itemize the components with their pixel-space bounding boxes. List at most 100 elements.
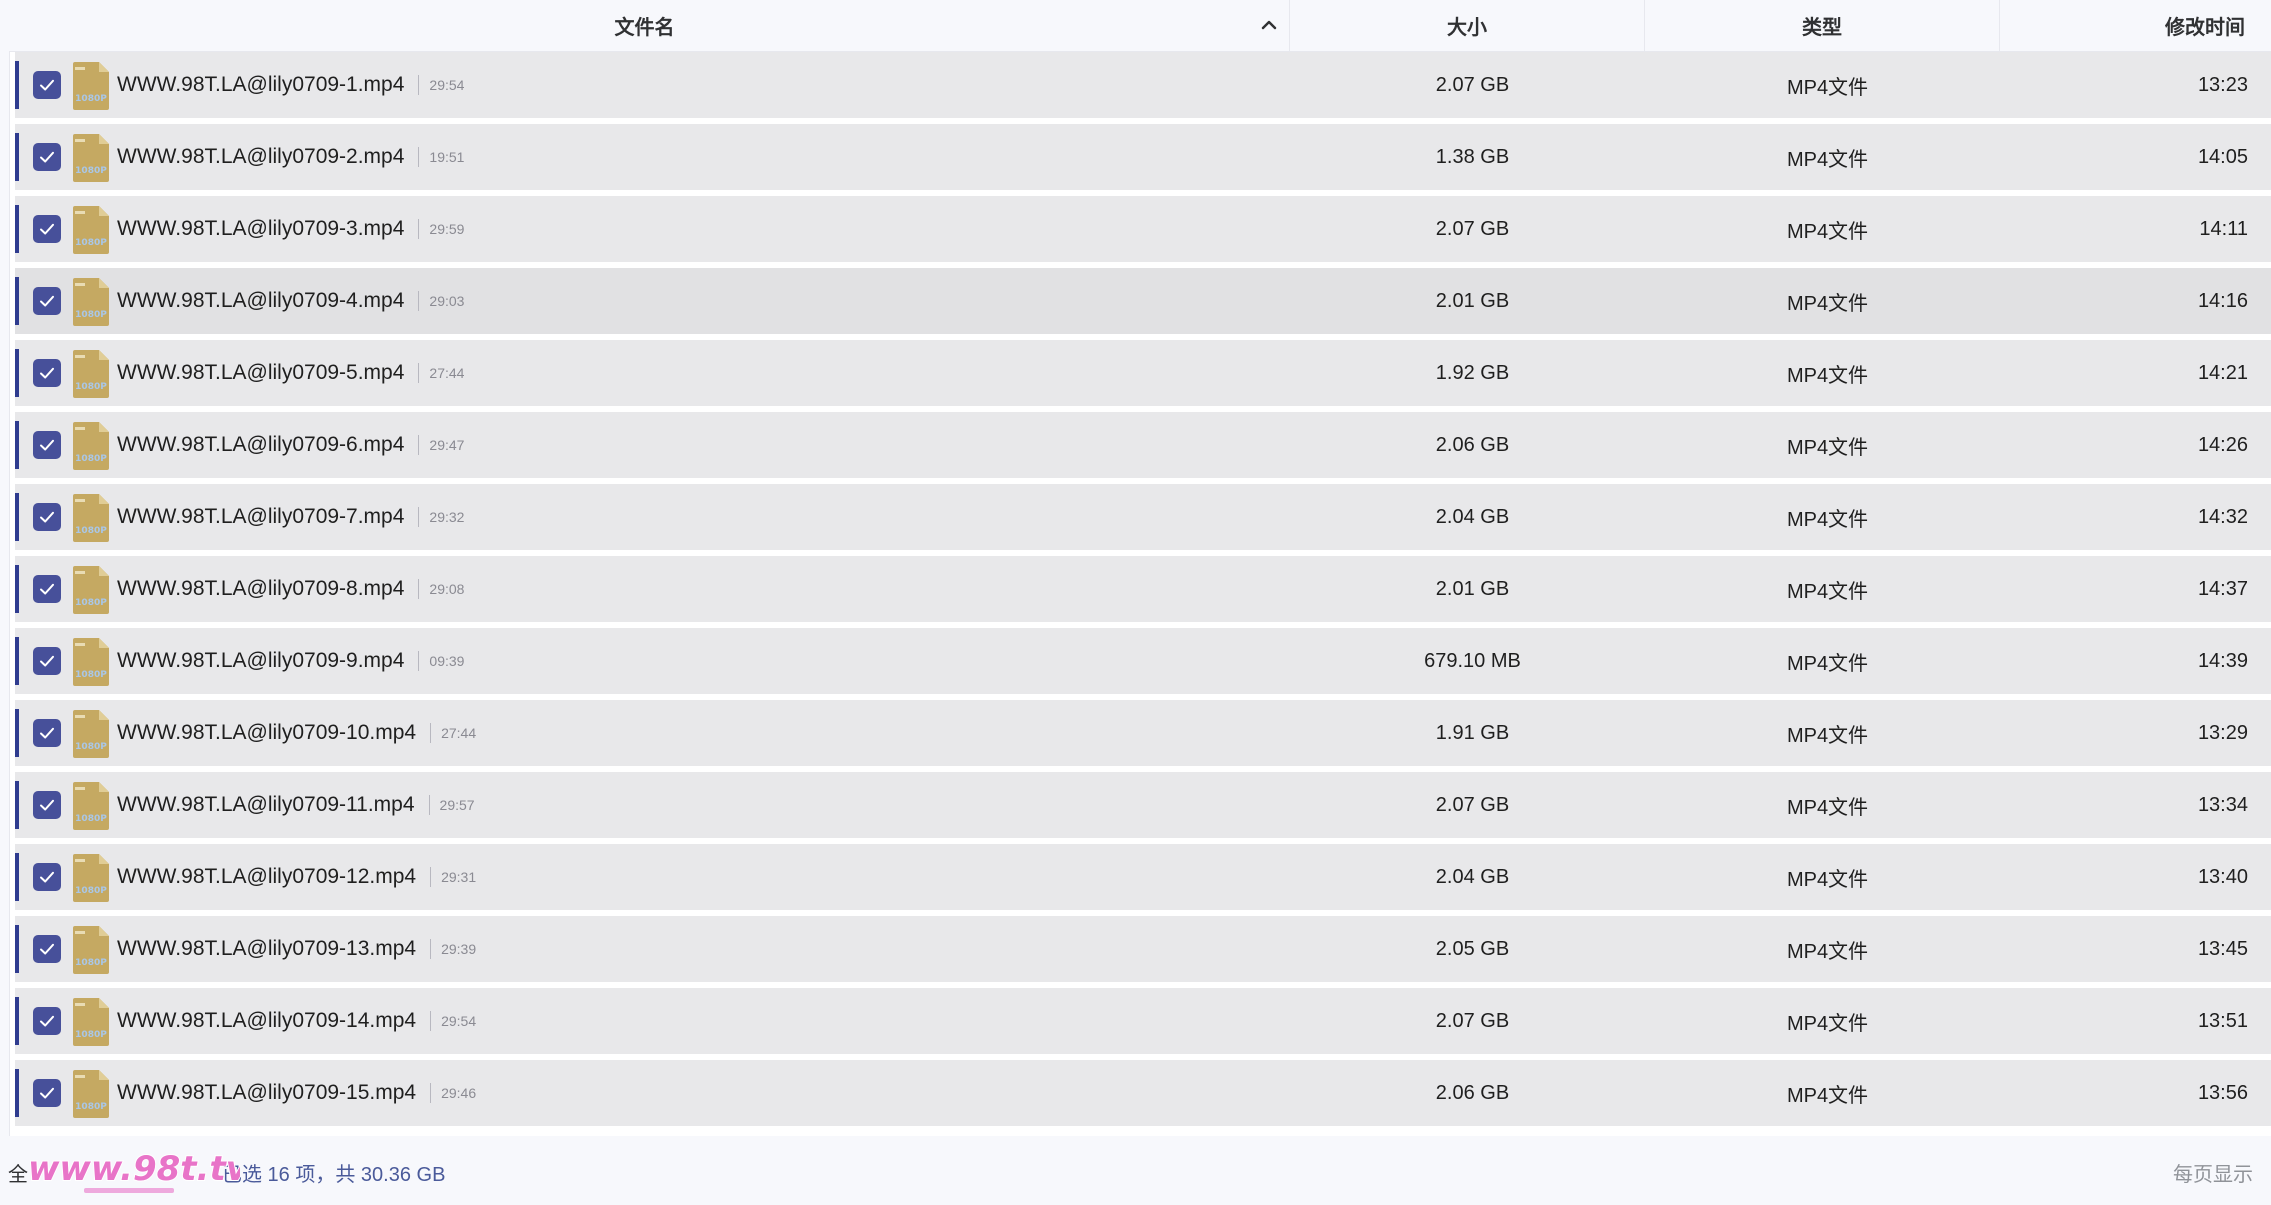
row-checkbox[interactable] bbox=[33, 287, 61, 315]
table-row[interactable]: 1080P WWW.98T.LA@lily0709-1.mp4 29:54 2.07 … bbox=[15, 52, 2271, 118]
video-file-icon: 1080P bbox=[73, 638, 109, 686]
file-name-cell[interactable]: WWW.98T.LA@lily0709-1.mp4 29:54 bbox=[117, 52, 464, 118]
row-checkbox[interactable] bbox=[33, 575, 61, 603]
selection-indicator bbox=[15, 421, 19, 469]
file-name-cell[interactable]: WWW.98T.LA@lily0709-8.mp4 29:08 bbox=[117, 556, 464, 622]
file-size: 2.07 GB bbox=[1435, 1009, 1510, 1032]
column-header-type[interactable]: 类型 bbox=[1644, 0, 1999, 51]
row-checkbox[interactable] bbox=[33, 359, 61, 387]
file-size: 2.05 GB bbox=[1435, 937, 1510, 960]
file-badge: 1080P bbox=[75, 1030, 107, 1040]
video-duration: 29:54 bbox=[430, 1011, 476, 1031]
table-row[interactable]: 1080P WWW.98T.LA@lily0709-7.mp4 29:32 2.04 … bbox=[15, 484, 2271, 550]
row-checkbox[interactable] bbox=[33, 431, 61, 459]
file-name-cell[interactable]: WWW.98T.LA@lily0709-9.mp4 09:39 bbox=[117, 628, 464, 694]
table-row[interactable]: 1080P WWW.98T.LA@lily0709-14.mp4 29:54 2.07… bbox=[15, 988, 2271, 1054]
chevron-up-icon[interactable] bbox=[1259, 15, 1279, 35]
video-file-icon: 1080P bbox=[73, 206, 109, 254]
file-size: 1.38 GB bbox=[1435, 145, 1510, 168]
row-checkbox[interactable] bbox=[33, 647, 61, 675]
row-checkbox[interactable] bbox=[33, 215, 61, 243]
video-file-icon: 1080P bbox=[73, 134, 109, 182]
column-header-modified-time-label: 修改时间 bbox=[2165, 17, 2245, 39]
file-name: WWW.98T.LA@lily0709-4.mp4 bbox=[117, 289, 405, 312]
check-icon bbox=[40, 511, 54, 523]
file-badge: 1080P bbox=[75, 526, 107, 536]
table-row[interactable]: 1080P WWW.98T.LA@lily0709-13.mp4 29:39 2.05… bbox=[15, 916, 2271, 982]
file-name-cell[interactable]: WWW.98T.LA@lily0709-7.mp4 29:32 bbox=[117, 484, 464, 550]
check-icon bbox=[40, 943, 54, 955]
video-duration: 29:03 bbox=[418, 291, 464, 311]
video-duration: 29:59 bbox=[418, 219, 464, 239]
file-badge: 1080P bbox=[75, 958, 107, 968]
table-row[interactable]: 1080P WWW.98T.LA@lily0709-2.mp4 19:51 1.38 … bbox=[15, 124, 2271, 190]
file-size: 2.01 GB bbox=[1435, 289, 1510, 312]
table-header: 文件名 大小 类型 修改时间 bbox=[0, 0, 2271, 51]
video-file-icon: 1080P bbox=[73, 782, 109, 830]
file-type: MP4文件 bbox=[1786, 652, 1869, 675]
selection-indicator bbox=[15, 565, 19, 613]
file-type: MP4文件 bbox=[1786, 364, 1869, 387]
file-badge: 1080P bbox=[75, 814, 107, 824]
file-name: WWW.98T.LA@lily0709-15.mp4 bbox=[117, 1081, 417, 1104]
table-row[interactable]: 1080P WWW.98T.LA@lily0709-5.mp4 27:44 1.92 … bbox=[15, 340, 2271, 406]
column-header-name[interactable]: 文件名 bbox=[0, 0, 1289, 51]
video-duration: 29:08 bbox=[418, 579, 464, 599]
table-row[interactable]: 1080P WWW.98T.LA@lily0709-8.mp4 29:08 2.01 … bbox=[15, 556, 2271, 622]
file-badge: 1080P bbox=[75, 670, 107, 680]
table-row[interactable]: 1080P WWW.98T.LA@lily0709-6.mp4 29:47 2.06 … bbox=[15, 412, 2271, 478]
row-checkbox[interactable] bbox=[33, 71, 61, 99]
file-name-cell[interactable]: WWW.98T.LA@lily0709-6.mp4 29:47 bbox=[117, 412, 464, 478]
per-page-label[interactable]: 每页显示 bbox=[2173, 1158, 2253, 1187]
file-type: MP4文件 bbox=[1786, 1012, 1869, 1035]
file-name-cell[interactable]: WWW.98T.LA@lily0709-5.mp4 27:44 bbox=[117, 340, 464, 406]
modified-time: 14:21 bbox=[2197, 361, 2248, 384]
row-checkbox[interactable] bbox=[33, 1079, 61, 1107]
file-name-cell[interactable]: WWW.98T.LA@lily0709-13.mp4 29:39 bbox=[117, 916, 476, 982]
file-size: 2.06 GB bbox=[1435, 433, 1510, 456]
file-name-cell[interactable]: WWW.98T.LA@lily0709-4.mp4 29:03 bbox=[117, 268, 464, 334]
row-checkbox[interactable] bbox=[33, 143, 61, 171]
selection-indicator bbox=[15, 493, 19, 541]
table-row[interactable]: 1080P WWW.98T.LA@lily0709-4.mp4 29:03 2.01 … bbox=[15, 268, 2271, 334]
row-checkbox[interactable] bbox=[33, 791, 61, 819]
table-row[interactable]: 1080P WWW.98T.LA@lily0709-3.mp4 29:59 2.07 … bbox=[15, 196, 2271, 262]
file-name-cell[interactable]: WWW.98T.LA@lily0709-15.mp4 29:46 bbox=[117, 1060, 476, 1126]
table-row[interactable]: 1080P WWW.98T.LA@lily0709-15.mp4 29:46 2.06… bbox=[15, 1060, 2271, 1126]
check-icon bbox=[40, 295, 54, 307]
file-type: MP4文件 bbox=[1786, 76, 1869, 99]
file-name-cell[interactable]: WWW.98T.LA@lily0709-2.mp4 19:51 bbox=[117, 124, 464, 190]
file-name: WWW.98T.LA@lily0709-13.mp4 bbox=[117, 937, 417, 960]
file-name-cell[interactable]: WWW.98T.LA@lily0709-3.mp4 29:59 bbox=[117, 196, 464, 262]
table-row[interactable]: 1080P WWW.98T.LA@lily0709-9.mp4 09:39 679.1… bbox=[15, 628, 2271, 694]
video-duration: 29:39 bbox=[430, 939, 476, 959]
check-icon bbox=[40, 1015, 54, 1027]
row-checkbox[interactable] bbox=[33, 719, 61, 747]
table-row[interactable]: 1080P WWW.98T.LA@lily0709-11.mp4 29:57 2.07… bbox=[15, 772, 2271, 838]
row-checkbox[interactable] bbox=[33, 503, 61, 531]
watermark-text: www.98t.tv bbox=[28, 1149, 240, 1189]
check-icon bbox=[40, 871, 54, 883]
row-checkbox[interactable] bbox=[33, 935, 61, 963]
file-badge: 1080P bbox=[75, 598, 107, 608]
check-icon bbox=[40, 655, 54, 667]
column-header-modified-time[interactable]: 修改时间 bbox=[1999, 0, 2271, 51]
check-icon bbox=[40, 583, 54, 595]
file-name-cell[interactable]: WWW.98T.LA@lily0709-12.mp4 29:31 bbox=[117, 844, 476, 910]
file-name: WWW.98T.LA@lily0709-12.mp4 bbox=[117, 865, 417, 888]
video-file-icon: 1080P bbox=[73, 1070, 109, 1118]
file-name-cell[interactable]: WWW.98T.LA@lily0709-14.mp4 29:54 bbox=[117, 988, 476, 1054]
file-name: WWW.98T.LA@lily0709-14.mp4 bbox=[117, 1009, 417, 1032]
watermark-logo: www.98t.tv bbox=[27, 1148, 240, 1193]
row-checkbox[interactable] bbox=[33, 863, 61, 891]
table-row[interactable]: 1080P WWW.98T.LA@lily0709-12.mp4 29:31 2.04… bbox=[15, 844, 2271, 910]
video-file-icon: 1080P bbox=[73, 350, 109, 398]
column-header-size[interactable]: 大小 bbox=[1289, 0, 1644, 51]
selection-summary: 已选 16 项，共 30.36 GB bbox=[222, 1164, 446, 1186]
row-checkbox[interactable] bbox=[33, 1007, 61, 1035]
file-name-cell[interactable]: WWW.98T.LA@lily0709-10.mp4 27:44 bbox=[117, 700, 476, 766]
file-name-cell[interactable]: WWW.98T.LA@lily0709-11.mp4 29:57 bbox=[117, 772, 475, 838]
video-duration: 09:39 bbox=[418, 651, 464, 671]
check-icon bbox=[40, 151, 54, 163]
table-row[interactable]: 1080P WWW.98T.LA@lily0709-10.mp4 27:44 1.91… bbox=[15, 700, 2271, 766]
